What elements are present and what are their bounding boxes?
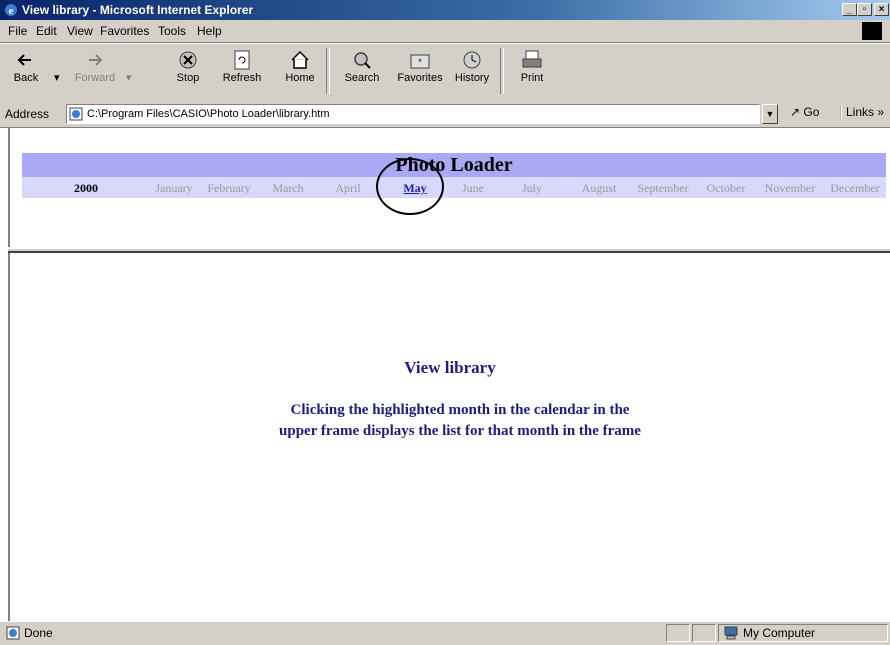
toolbar-separator xyxy=(500,48,504,94)
maximize-button[interactable]: ▫ xyxy=(857,3,872,16)
home-button[interactable]: Home xyxy=(282,46,318,96)
status-panel xyxy=(666,624,690,642)
month-december: December xyxy=(830,181,880,195)
highlight-circle xyxy=(376,158,444,215)
search-button[interactable]: Search xyxy=(340,46,384,96)
forward-button[interactable]: Forward xyxy=(68,46,122,96)
windows-logo-icon xyxy=(862,22,882,40)
menu-tools[interactable]: Tools xyxy=(158,24,186,38)
go-button[interactable]: ↗ Go xyxy=(790,105,819,119)
printer-icon xyxy=(522,50,542,68)
calendar-title: Photo Loader xyxy=(22,153,886,177)
home-icon xyxy=(291,50,309,69)
status-text: Done xyxy=(24,626,53,640)
month-january: January xyxy=(155,181,193,195)
close-button[interactable]: × xyxy=(874,3,889,16)
address-bar: Address C:\Program Files\CASIO\Photo Loa… xyxy=(0,101,890,128)
status-zone-panel: My Computer xyxy=(718,624,888,642)
upper-frame: Photo Loader 2000 January February March… xyxy=(8,128,890,247)
month-row: 2000 January February March April May Ju… xyxy=(22,177,886,198)
address-dropdown-button[interactable]: ▼ xyxy=(762,104,778,124)
month-february: February xyxy=(207,181,251,195)
status-bar: Done My Computer xyxy=(0,621,890,645)
content-line-1: Clicking the highlighted month in the ca… xyxy=(290,402,630,418)
month-april: April xyxy=(335,181,361,195)
svg-text:e: e xyxy=(9,5,14,17)
address-label: Address xyxy=(5,107,50,121)
stop-icon xyxy=(179,51,197,69)
month-november: November xyxy=(764,181,816,195)
month-september: September xyxy=(637,181,689,195)
forward-arrow-icon xyxy=(89,54,103,66)
month-july: July xyxy=(521,181,542,195)
favorites-button[interactable]: * Favorites xyxy=(392,46,448,96)
back-dropdown[interactable]: ▾ xyxy=(50,46,64,96)
back-button[interactable]: Back xyxy=(4,46,48,96)
minimize-button[interactable]: _ xyxy=(842,3,857,16)
window-title: View library - Microsoft Internet Explor… xyxy=(22,3,254,17)
print-button[interactable]: Print xyxy=(514,46,550,96)
links-button[interactable]: Links » xyxy=(840,105,884,119)
refresh-icon xyxy=(234,50,250,70)
address-input[interactable]: C:\Program Files\CASIO\Photo Loader\libr… xyxy=(66,104,760,124)
menu-view[interactable]: View xyxy=(67,24,93,38)
year-label: 2000 xyxy=(74,181,98,195)
menu-edit[interactable]: Edit xyxy=(36,24,57,38)
month-august: August xyxy=(581,181,617,195)
title-bar[interactable]: e View library - Microsoft Internet Expl… xyxy=(0,0,890,20)
back-arrow-icon xyxy=(17,54,31,66)
refresh-button[interactable]: Refresh xyxy=(218,46,266,96)
ie-icon: e xyxy=(5,4,17,17)
history-icon xyxy=(463,51,481,69)
menu-help[interactable]: Help xyxy=(197,24,222,38)
page-done-icon xyxy=(6,626,20,640)
history-button[interactable]: History xyxy=(452,46,492,96)
go-arrow-icon: ↗ xyxy=(790,105,801,119)
search-icon xyxy=(354,52,371,69)
status-zone: My Computer xyxy=(743,626,816,640)
favorites-folder-icon: * xyxy=(410,54,430,69)
forward-dropdown[interactable]: ▾ xyxy=(122,46,136,96)
page-icon xyxy=(69,107,83,121)
month-june: June xyxy=(462,181,484,195)
menu-favorites[interactable]: Favorites xyxy=(100,24,149,38)
month-october: October xyxy=(706,181,746,195)
status-text-panel: Done xyxy=(2,624,662,642)
toolbar-separator xyxy=(326,48,330,94)
content-line-2: upper frame displays the list for that m… xyxy=(279,423,641,439)
toolbar: Back ▾ Forward ▾ Stop Refresh Home Searc… xyxy=(0,43,890,102)
address-url: C:\Program Files\CASIO\Photo Loader\libr… xyxy=(87,108,330,120)
svg-text:*: * xyxy=(418,57,422,67)
content-heading: View library xyxy=(404,358,496,377)
lower-frame: View library Clicking the highlighted mo… xyxy=(8,253,890,621)
status-panel xyxy=(692,624,716,642)
menu-file[interactable]: File xyxy=(8,24,27,38)
month-march: March xyxy=(272,181,304,195)
stop-button[interactable]: Stop xyxy=(170,46,206,96)
menu-bar: File Edit View Favorites Tools Help xyxy=(0,20,890,43)
computer-icon xyxy=(724,626,738,640)
